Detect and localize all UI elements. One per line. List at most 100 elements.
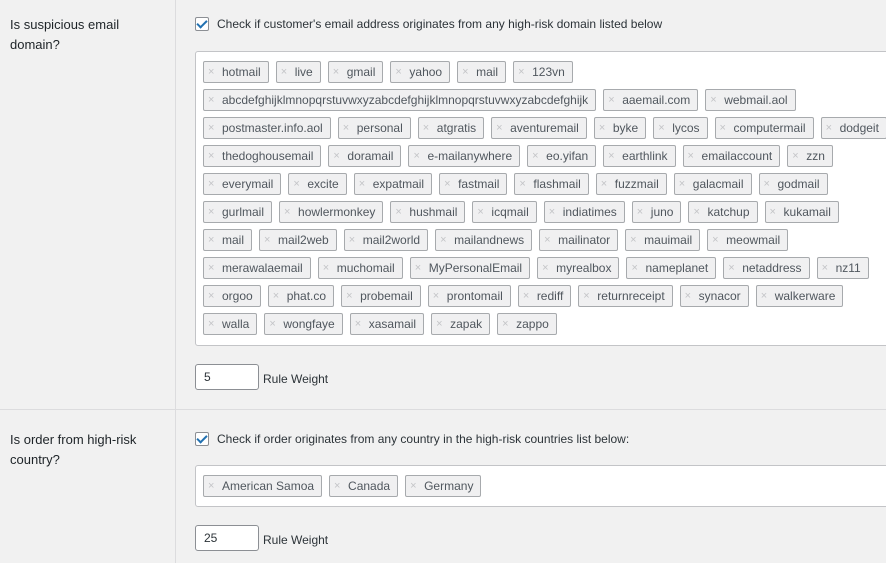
close-icon[interactable]: × xyxy=(599,118,609,138)
close-icon[interactable]: × xyxy=(208,258,218,278)
close-icon[interactable]: × xyxy=(444,174,454,194)
domain-tag: × computermail xyxy=(714,117,814,139)
close-icon[interactable]: × xyxy=(208,314,218,334)
close-icon[interactable]: × xyxy=(293,174,303,194)
close-icon[interactable]: × xyxy=(710,90,720,110)
domain-tag-label: mail2web xyxy=(278,233,329,247)
close-icon[interactable]: × xyxy=(343,118,353,138)
close-icon[interactable]: × xyxy=(208,476,218,496)
close-icon[interactable]: × xyxy=(496,118,506,138)
domain-tag-label: rediff xyxy=(536,289,564,303)
close-icon[interactable]: × xyxy=(792,146,802,166)
domain-tag-label: mail xyxy=(222,233,245,247)
domain-tag: × nz11 xyxy=(816,257,869,279)
domain-tag-label: godmail xyxy=(777,177,820,191)
close-icon[interactable]: × xyxy=(284,202,294,222)
close-icon[interactable]: × xyxy=(333,146,343,166)
close-icon[interactable]: × xyxy=(323,258,333,278)
close-icon[interactable]: × xyxy=(685,286,695,306)
close-icon[interactable]: × xyxy=(410,476,420,496)
close-icon[interactable]: × xyxy=(688,146,698,166)
country-rule-checkbox[interactable] xyxy=(195,432,209,446)
close-icon[interactable]: × xyxy=(477,202,487,222)
domain-tag-label: excite xyxy=(307,177,339,191)
close-icon[interactable]: × xyxy=(208,118,218,138)
close-icon[interactable]: × xyxy=(436,314,446,334)
close-icon[interactable]: × xyxy=(433,286,443,306)
domain-tag-label: lycos xyxy=(672,121,700,135)
domain-tag: × walla xyxy=(203,313,258,335)
close-icon[interactable]: × xyxy=(583,286,593,306)
close-icon[interactable]: × xyxy=(608,146,618,166)
domain-tag: × hushmail xyxy=(390,201,466,223)
close-icon[interactable]: × xyxy=(679,174,689,194)
close-icon[interactable]: × xyxy=(608,90,618,110)
close-icon[interactable]: × xyxy=(395,202,405,222)
close-icon[interactable]: × xyxy=(658,118,668,138)
email-rule-checkbox[interactable] xyxy=(195,17,209,31)
domain-tag-label: walkerware xyxy=(774,289,836,303)
close-icon[interactable]: × xyxy=(334,476,344,496)
close-icon[interactable]: × xyxy=(761,286,771,306)
domain-tag: × mailandnews xyxy=(435,229,533,251)
domain-tag-label: byke xyxy=(612,121,639,135)
close-icon[interactable]: × xyxy=(764,174,774,194)
country-rule-weight-input[interactable] xyxy=(195,525,259,551)
close-icon[interactable]: × xyxy=(549,202,559,222)
close-icon[interactable]: × xyxy=(462,62,472,82)
close-icon[interactable]: × xyxy=(532,146,542,166)
close-icon[interactable]: × xyxy=(728,258,738,278)
close-icon[interactable]: × xyxy=(208,62,218,82)
close-icon[interactable]: × xyxy=(519,174,529,194)
close-icon[interactable]: × xyxy=(269,314,279,334)
close-icon[interactable]: × xyxy=(720,118,730,138)
close-icon[interactable]: × xyxy=(502,314,512,334)
close-icon[interactable]: × xyxy=(770,202,780,222)
close-icon[interactable]: × xyxy=(415,258,425,278)
close-icon[interactable]: × xyxy=(712,230,722,250)
close-icon[interactable]: × xyxy=(518,62,528,82)
close-icon[interactable]: × xyxy=(333,62,343,82)
close-icon[interactable]: × xyxy=(693,202,703,222)
domain-tag: × probemail xyxy=(341,285,421,307)
close-icon[interactable]: × xyxy=(208,90,218,110)
domain-tag-label: 123vn xyxy=(532,65,565,79)
close-icon[interactable]: × xyxy=(822,258,832,278)
close-icon[interactable]: × xyxy=(523,286,533,306)
close-icon[interactable]: × xyxy=(630,230,640,250)
close-icon[interactable]: × xyxy=(208,174,218,194)
close-icon[interactable]: × xyxy=(601,174,611,194)
domain-tag-label: computermail xyxy=(733,121,806,135)
close-icon[interactable]: × xyxy=(544,230,554,250)
close-icon[interactable]: × xyxy=(208,230,218,250)
domain-tag-label: expatmail xyxy=(372,177,425,191)
close-icon[interactable]: × xyxy=(273,286,283,306)
close-icon[interactable]: × xyxy=(208,286,218,306)
close-icon[interactable]: × xyxy=(423,118,433,138)
close-icon[interactable]: × xyxy=(440,230,450,250)
domain-tag-label: howlermonkey xyxy=(298,205,376,219)
country-tag-input[interactable]: × American Samoa × Canada × Germany xyxy=(195,465,886,507)
domain-tag: × fastmail xyxy=(439,173,508,195)
domain-tag: × orgoo xyxy=(203,285,261,307)
close-icon[interactable]: × xyxy=(264,230,274,250)
close-icon[interactable]: × xyxy=(359,174,369,194)
close-icon[interactable]: × xyxy=(395,62,405,82)
domain-tag: × rediff xyxy=(517,285,572,307)
close-icon[interactable]: × xyxy=(349,230,359,250)
close-icon[interactable]: × xyxy=(631,258,641,278)
domain-tag: × zzn xyxy=(787,145,833,167)
close-icon[interactable]: × xyxy=(413,146,423,166)
close-icon[interactable]: × xyxy=(355,314,365,334)
email-rule-weight-input[interactable] xyxy=(195,364,259,390)
close-icon[interactable]: × xyxy=(281,62,291,82)
email-rule-field: Check if customer's email address origin… xyxy=(195,0,886,409)
close-icon[interactable]: × xyxy=(637,202,647,222)
close-icon[interactable]: × xyxy=(208,202,218,222)
close-icon[interactable]: × xyxy=(208,146,218,166)
close-icon[interactable]: × xyxy=(346,286,356,306)
close-icon[interactable]: × xyxy=(542,258,552,278)
domain-tag-input[interactable]: × hotmail × live × gmail × yahoo × mail × 123vn × abc… xyxy=(195,51,886,346)
close-icon[interactable]: × xyxy=(826,118,836,138)
domain-tag-label: emailaccount xyxy=(701,149,773,163)
